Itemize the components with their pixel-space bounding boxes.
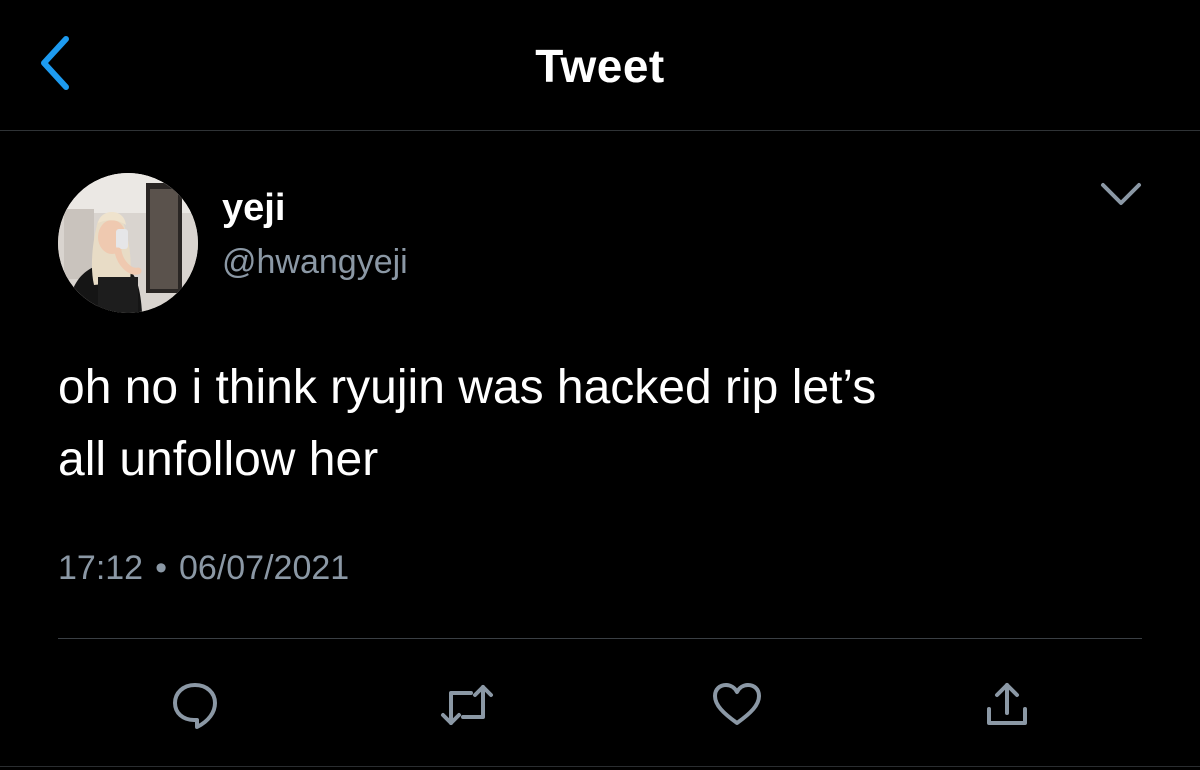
profile-photo-icon <box>58 173 198 313</box>
divider <box>58 638 1142 639</box>
reply-icon <box>167 677 223 738</box>
retweet-icon <box>437 677 497 738</box>
bottom-divider <box>0 766 1200 767</box>
avatar[interactable] <box>58 173 198 313</box>
separator: • <box>155 549 167 587</box>
tweet-text-line: all unfollow her <box>58 433 379 486</box>
reply-button[interactable] <box>160 672 230 742</box>
like-button[interactable] <box>702 672 772 742</box>
tweet-timestamp: 17:12 • 06/07/2021 <box>58 548 349 588</box>
tweet-actions <box>0 672 1200 742</box>
share-icon <box>979 677 1035 738</box>
author-name[interactable]: yeji <box>222 186 285 230</box>
author-handle[interactable]: @hwangyeji <box>222 242 408 282</box>
tweet-date: 06/07/2021 <box>179 549 350 587</box>
tweet-text: oh no i think ryujin was hacked rip let’… <box>58 352 1158 496</box>
page-title: Tweet <box>535 40 665 92</box>
tweet-time: 17:12 <box>58 549 144 587</box>
retweet-button[interactable] <box>432 672 502 742</box>
top-navigation-bar: Tweet <box>0 0 1200 131</box>
tweet-text-line: oh no i think ryujin was hacked rip let’… <box>58 361 877 414</box>
heart-icon <box>709 677 765 738</box>
share-button[interactable] <box>972 672 1042 742</box>
more-options-button[interactable] <box>1096 176 1146 216</box>
chevron-down-icon <box>1099 181 1143 212</box>
